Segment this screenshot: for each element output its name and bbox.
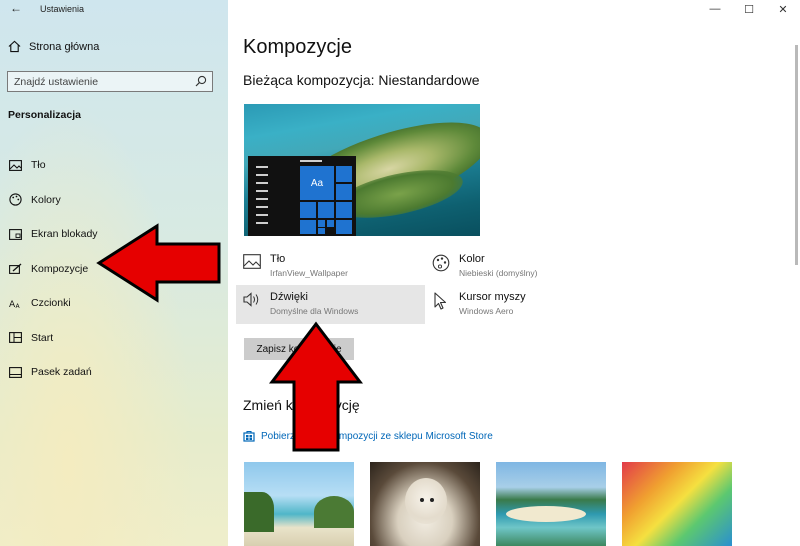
nav-home-label: Strona główna (29, 40, 100, 53)
minimize-icon: — (709, 3, 721, 15)
search-icon[interactable] (195, 75, 207, 87)
scrollbar[interactable] (795, 45, 798, 265)
main-content: — ☐ ✕ Kompozycje Bieżąca kompozycja: Nie… (228, 0, 800, 546)
image-icon (8, 159, 22, 171)
setting-color[interactable]: Kolor Niebieski (domyślny) (431, 253, 537, 278)
svg-text:A: A (15, 303, 20, 309)
palette-icon (432, 254, 450, 272)
sidebar-item-start[interactable]: Start (0, 321, 228, 356)
sidebar-item-label: Start (31, 331, 54, 344)
taskbar-icon (8, 366, 22, 378)
setting-value: IrfanView_Wallpaper (270, 268, 348, 278)
sidebar-item-themes[interactable]: Kompozycje (0, 252, 228, 287)
theme-thumbnail-dog[interactable] (370, 462, 480, 546)
sidebar-item-colors[interactable]: Kolory (0, 183, 228, 218)
maximize-button[interactable]: ☐ (732, 0, 766, 18)
speaker-icon (243, 292, 259, 307)
sidebar-item-taskbar[interactable]: Pasek zadań (0, 355, 228, 390)
section-title: Personalizacja (8, 109, 81, 121)
setting-mouse-cursor[interactable]: Kursor myszy Windows Aero (431, 291, 526, 316)
theme-thumbnail-beach[interactable] (244, 462, 354, 546)
theme-preview: Aa (244, 104, 480, 236)
lock-screen-icon (8, 228, 22, 240)
setting-value: Windows Aero (459, 306, 514, 316)
sidebar: ← Ustawienia Strona główna Personalizacj… (0, 0, 228, 546)
setting-value: Domyślne dla Windows (270, 306, 359, 316)
setting-background[interactable]: Tło IrfanView_Wallpaper (242, 253, 348, 278)
search-box[interactable] (7, 71, 213, 92)
font-icon: AA (9, 300, 21, 309)
store-icon (243, 430, 255, 442)
minimize-button[interactable]: — (698, 0, 732, 18)
sidebar-item-label: Ekran blokady (31, 228, 98, 241)
close-icon: ✕ (778, 3, 788, 16)
store-link-label: Pobierz więcej kompozycji ze sklepu Micr… (261, 430, 493, 442)
theme-brush-icon (8, 263, 21, 275)
setting-value: Niebieski (domyślny) (459, 268, 538, 278)
sidebar-item-fonts[interactable]: AA Czcionki (0, 286, 228, 321)
app-title: Ustawienia (40, 4, 85, 14)
sidebar-item-label: Tło (31, 159, 46, 172)
setting-label: Dźwięki (270, 291, 308, 303)
theme-thumbnail-abstract[interactable] (622, 462, 732, 546)
home-icon (8, 40, 21, 53)
back-arrow-icon[interactable]: ← (10, 1, 22, 15)
theme-thumbnail-coast[interactable] (496, 462, 606, 546)
page-title: Kompozycje (243, 36, 352, 58)
sidebar-item-label: Pasek zadań (31, 366, 92, 379)
setting-label: Tło (270, 253, 286, 265)
setting-label: Kursor myszy (459, 291, 526, 303)
preview-tile: Aa (300, 166, 334, 200)
change-theme-title: Zmień kompozycję (243, 397, 360, 413)
search-input[interactable] (8, 72, 194, 92)
setting-sounds[interactable]: Dźwięki Domyślne dla Windows (236, 285, 425, 324)
image-icon (243, 254, 261, 269)
sidebar-item-label: Kolory (31, 193, 61, 206)
title-bar: ← Ustawienia (0, 0, 228, 18)
preview-start-menu: Aa (248, 156, 356, 236)
save-theme-button[interactable]: Zapisz kompozycje (244, 338, 354, 360)
cursor-icon (434, 292, 447, 310)
sidebar-item-background[interactable]: Tło (0, 148, 228, 183)
sidebar-item-label: Czcionki (31, 297, 71, 310)
nav-home[interactable]: Strona główna (8, 40, 99, 53)
setting-label: Kolor (459, 253, 485, 265)
sidebar-item-label: Kompozycje (31, 262, 89, 275)
palette-icon (8, 193, 22, 206)
current-theme-label: Bieżąca kompozycja: Niestandardowe (243, 72, 480, 88)
maximize-icon: ☐ (744, 3, 754, 16)
store-link[interactable]: Pobierz więcej kompozycji ze sklepu Micr… (243, 430, 493, 442)
sidebar-item-lock-screen[interactable]: Ekran blokady (0, 217, 228, 252)
window-controls: — ☐ ✕ (698, 0, 800, 18)
close-button[interactable]: ✕ (766, 0, 800, 18)
nav-list: Tło Kolory Ekran blokady Kompozycje AA C… (0, 148, 228, 390)
start-grid-icon (8, 332, 22, 344)
